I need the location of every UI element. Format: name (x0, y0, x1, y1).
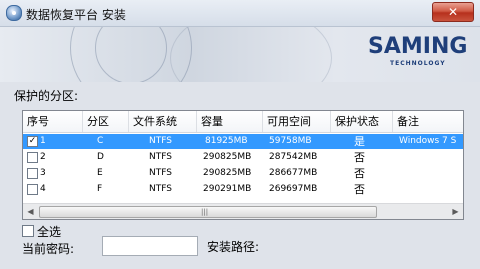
row-no: 4 (40, 184, 46, 194)
select-all-checkbox[interactable]: 全选 (22, 223, 61, 240)
row-status: 是 (354, 135, 365, 148)
row-status: 否 (354, 183, 365, 196)
row-partition: D (97, 152, 104, 162)
company-logo: SAMING TECHNOLOGY (368, 34, 468, 74)
table-row[interactable]: 2 D NTFS 290825MB 287542MB 否 (23, 150, 463, 165)
column-header-note[interactable]: 备注 (393, 111, 463, 132)
protected-partitions-label: 保护的分区: (14, 89, 79, 103)
scrollbar-thumb[interactable]: ||| (39, 206, 377, 218)
close-button[interactable]: ✕ (432, 2, 474, 22)
current-password-label: 当前密码: (22, 242, 75, 256)
row-filesystem: NTFS (149, 152, 172, 162)
window-title: 数据恢复平台 安装 (26, 8, 126, 22)
column-header-partition[interactable]: 分区 (83, 111, 129, 132)
table-row[interactable]: 4 F NTFS 290291MB 269697MB 否 (23, 182, 463, 197)
column-header-no[interactable]: 序号 (23, 111, 83, 132)
row-filesystem: NTFS (149, 136, 172, 146)
row-capacity: 81925MB (205, 136, 248, 146)
row-filesystem: NTFS (149, 168, 172, 178)
horizontal-scrollbar[interactable]: ◀ ||| ▶ (23, 203, 463, 219)
row-checkbox[interactable] (27, 152, 38, 163)
row-free-space: 269697MB (269, 184, 318, 194)
table-row[interactable]: 3 E NTFS 290825MB 286677MB 否 (23, 166, 463, 181)
logo-subtext: TECHNOLOGY (390, 60, 446, 67)
checkbox-box[interactable] (22, 225, 34, 237)
row-no: 2 (40, 152, 46, 162)
scroll-left-icon[interactable]: ◀ (23, 204, 38, 219)
install-path-label: 安装路径: (207, 240, 260, 254)
row-note: Windows 7 S (399, 136, 457, 146)
partition-table[interactable]: 序号 分区 文件系统 容量 可用空间 保护状态 备注 ✓ 1 C NTFS 81… (22, 110, 464, 220)
row-status: 否 (354, 167, 365, 180)
column-header-free-space[interactable]: 可用空间 (263, 111, 331, 132)
close-icon: ✕ (447, 5, 459, 19)
select-all-label: 全选 (37, 225, 62, 239)
row-partition: C (97, 136, 104, 146)
table-row[interactable]: ✓ 1 C NTFS 81925MB 59758MB 是 Windows 7 S (23, 134, 463, 149)
row-partition: F (97, 184, 103, 194)
row-capacity: 290825MB (203, 168, 252, 178)
row-free-space: 286677MB (269, 168, 318, 178)
row-checkbox[interactable] (27, 184, 38, 195)
current-password-input[interactable] (102, 236, 198, 256)
row-filesystem: NTFS (149, 184, 172, 194)
title-bar: 数据恢复平台 安装 ✕ (0, 0, 480, 27)
row-no: 3 (40, 168, 46, 178)
column-header-capacity[interactable]: 容量 (197, 111, 263, 132)
row-free-space: 59758MB (269, 136, 312, 146)
row-free-space: 287542MB (269, 152, 318, 162)
logo-text: SAMING (368, 34, 468, 59)
table-header: 序号 分区 文件系统 容量 可用空间 保护状态 备注 (23, 111, 463, 133)
row-partition: E (97, 168, 103, 178)
row-no: 1 (40, 136, 46, 146)
row-status: 否 (354, 151, 365, 164)
row-checkbox[interactable] (27, 168, 38, 179)
column-header-protection-status[interactable]: 保护状态 (331, 111, 393, 132)
banner-decoration (170, 27, 332, 82)
scrollbar-grip-icon: ||| (201, 208, 209, 216)
row-checkbox[interactable]: ✓ (27, 136, 38, 147)
row-capacity: 290825MB (203, 152, 252, 162)
scroll-right-icon[interactable]: ▶ (448, 204, 463, 219)
column-header-filesystem[interactable]: 文件系统 (129, 111, 197, 132)
app-icon (6, 5, 22, 21)
row-capacity: 290291MB (203, 184, 252, 194)
